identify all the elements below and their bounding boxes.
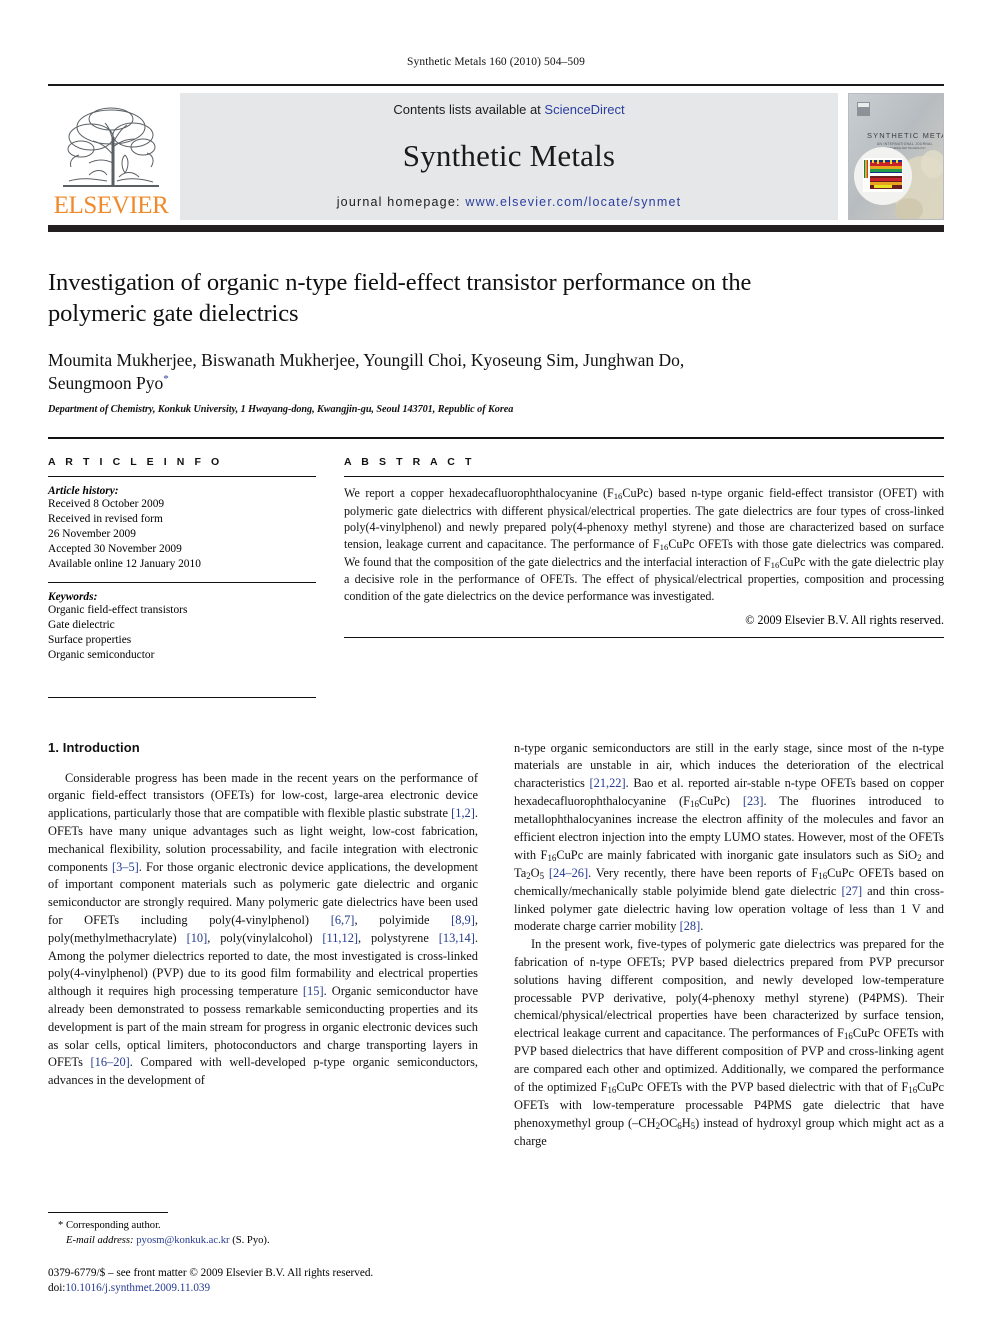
history-item: 26 November 2009 — [48, 528, 136, 541]
body-column-right: n-type organic semiconductors are still … — [514, 740, 944, 1260]
corresponding-email-line: E-mail address: pyosm@konkuk.ac.kr (S. P… — [48, 1233, 478, 1248]
keywords-block: Keywords: Organic field-effect transisto… — [48, 581, 316, 663]
elsevier-wordmark: ELSEVIER — [53, 192, 169, 219]
issn-doi-block: 0379-6779/$ – see front matter © 2009 El… — [48, 1266, 478, 1297]
corresponding-author-marker[interactable]: * — [163, 373, 169, 385]
sciencedirect-link[interactable]: ScienceDirect — [544, 102, 624, 117]
masthead-bottom-rule — [48, 225, 944, 232]
body-paragraph: Considerable progress has been made in t… — [48, 770, 479, 1088]
homepage-prefix: journal homepage: — [336, 195, 461, 209]
abstract-heading: A B S T R A C T — [344, 456, 475, 469]
abstract-rule: We report a copper hexadecafluorophthalo… — [344, 476, 944, 628]
journal-cover-thumbnail: SYNTHETIC METALS AN INTERNATIONAL JOURNA… — [848, 93, 944, 220]
email-suffix: (S. Pyo). — [232, 1234, 270, 1246]
doi-label: doi: — [48, 1282, 66, 1295]
running-head: Synthetic Metals 160 (2010) 504–509 — [407, 56, 585, 68]
corresponding-author-label: * Corresponding author. — [58, 1219, 161, 1231]
journal-title: Synthetic Metals — [402, 138, 616, 173]
journal-homepage-line: journal homepage: www.elsevier.com/locat… — [337, 195, 682, 209]
page-footer: * Corresponding author. E-mail address: … — [48, 1211, 478, 1297]
body-columns: 1. Introduction Considerable progress ha… — [48, 740, 944, 1260]
article-info-column: A R T I C L E I N F O Article history: R… — [48, 456, 316, 698]
email-link[interactable]: pyosm@konkuk.ac.kr — [136, 1235, 229, 1246]
keyword-item: Organic semiconductor — [48, 648, 155, 661]
author-list: Moumita Mukherjee, Biswanath Mukherjee, … — [48, 349, 748, 396]
copyright-line: © 2009 Elsevier B.V. All rights reserved… — [745, 612, 944, 627]
history-item: Received 8 October 2009 — [48, 498, 165, 511]
elsevier-tree-icon — [55, 97, 167, 192]
article-history-label: Article history: — [48, 485, 119, 498]
keyword-item: Organic field-effect transistors — [48, 603, 188, 616]
keyword-item: Surface properties — [48, 633, 132, 646]
doi-link[interactable]: 10.1016/j.synthmet.2009.11.039 — [65, 1282, 210, 1294]
contents-available-line: Contents lists available at ScienceDirec… — [393, 102, 624, 117]
keywords-label: Keywords: — [48, 590, 98, 603]
journal-masthead: ELSEVIER Contents lists available at Sci… — [48, 84, 944, 220]
body-paragraph: In the present work, five-types of polym… — [514, 937, 944, 1148]
homepage-url-link[interactable]: www.elsevier.com/locate/synmet — [465, 195, 681, 209]
abstract-text: We report a copper hexadecafluorophthalo… — [344, 486, 944, 603]
footnote-rule — [48, 1211, 168, 1213]
elsevier-logo: ELSEVIER — [48, 93, 174, 220]
doi-line: doi:10.1016/j.synthmet.2009.11.039 — [48, 1281, 478, 1297]
info-abstract-grid: A R T I C L E I N F O Article history: R… — [48, 456, 944, 698]
paper-page: Synthetic Metals 160 (2010) 504–509 ELSE… — [0, 0, 992, 1323]
article-info-rule: Article history: Received 8 October 2009… — [48, 476, 316, 572]
article-info-heading: A R T I C L E I N F O — [48, 456, 223, 469]
abstract-column: A B S T R A C T We report a copper hexad… — [344, 456, 944, 697]
history-item: Available online 12 January 2010 — [48, 558, 201, 570]
email-label: E-mail address: — [66, 1234, 134, 1246]
svg-text:AN INTERNATIONAL JOURNAL: AN INTERNATIONAL JOURNAL — [877, 142, 933, 146]
body-paragraph: n-type organic semiconductors are still … — [514, 740, 944, 934]
author-names: Moumita Mukherjee, Biswanath Mukherjee, … — [48, 349, 685, 393]
svg-text:SYNTHETIC METALS: SYNTHETIC METALS — [867, 131, 944, 140]
abstract-bottom-rule — [344, 636, 944, 638]
issn-line: 0379-6779/$ – see front matter © 2009 El… — [48, 1266, 374, 1279]
page-title: Investigation of organic n-type field-ef… — [48, 269, 752, 327]
corresponding-author-note: * Corresponding author. E-mail address: … — [48, 1218, 478, 1248]
contents-prefix: Contents lists available at — [393, 102, 541, 117]
info-top-rule — [48, 437, 944, 440]
section-heading-introduction: 1. Introduction — [48, 739, 140, 755]
history-item: Accepted 30 November 2009 — [48, 543, 182, 556]
article-info-bottom-rule — [48, 696, 316, 698]
title-block: Investigation of organic n-type field-ef… — [48, 268, 944, 415]
keyword-item: Gate dielectric — [48, 618, 115, 631]
journal-band: Contents lists available at ScienceDirec… — [180, 93, 838, 220]
body-column-left: 1. Introduction Considerable progress ha… — [48, 740, 478, 1260]
affiliation: Department of Chemistry, Konkuk Universi… — [48, 404, 514, 416]
history-item: Received in revised form — [48, 513, 163, 526]
